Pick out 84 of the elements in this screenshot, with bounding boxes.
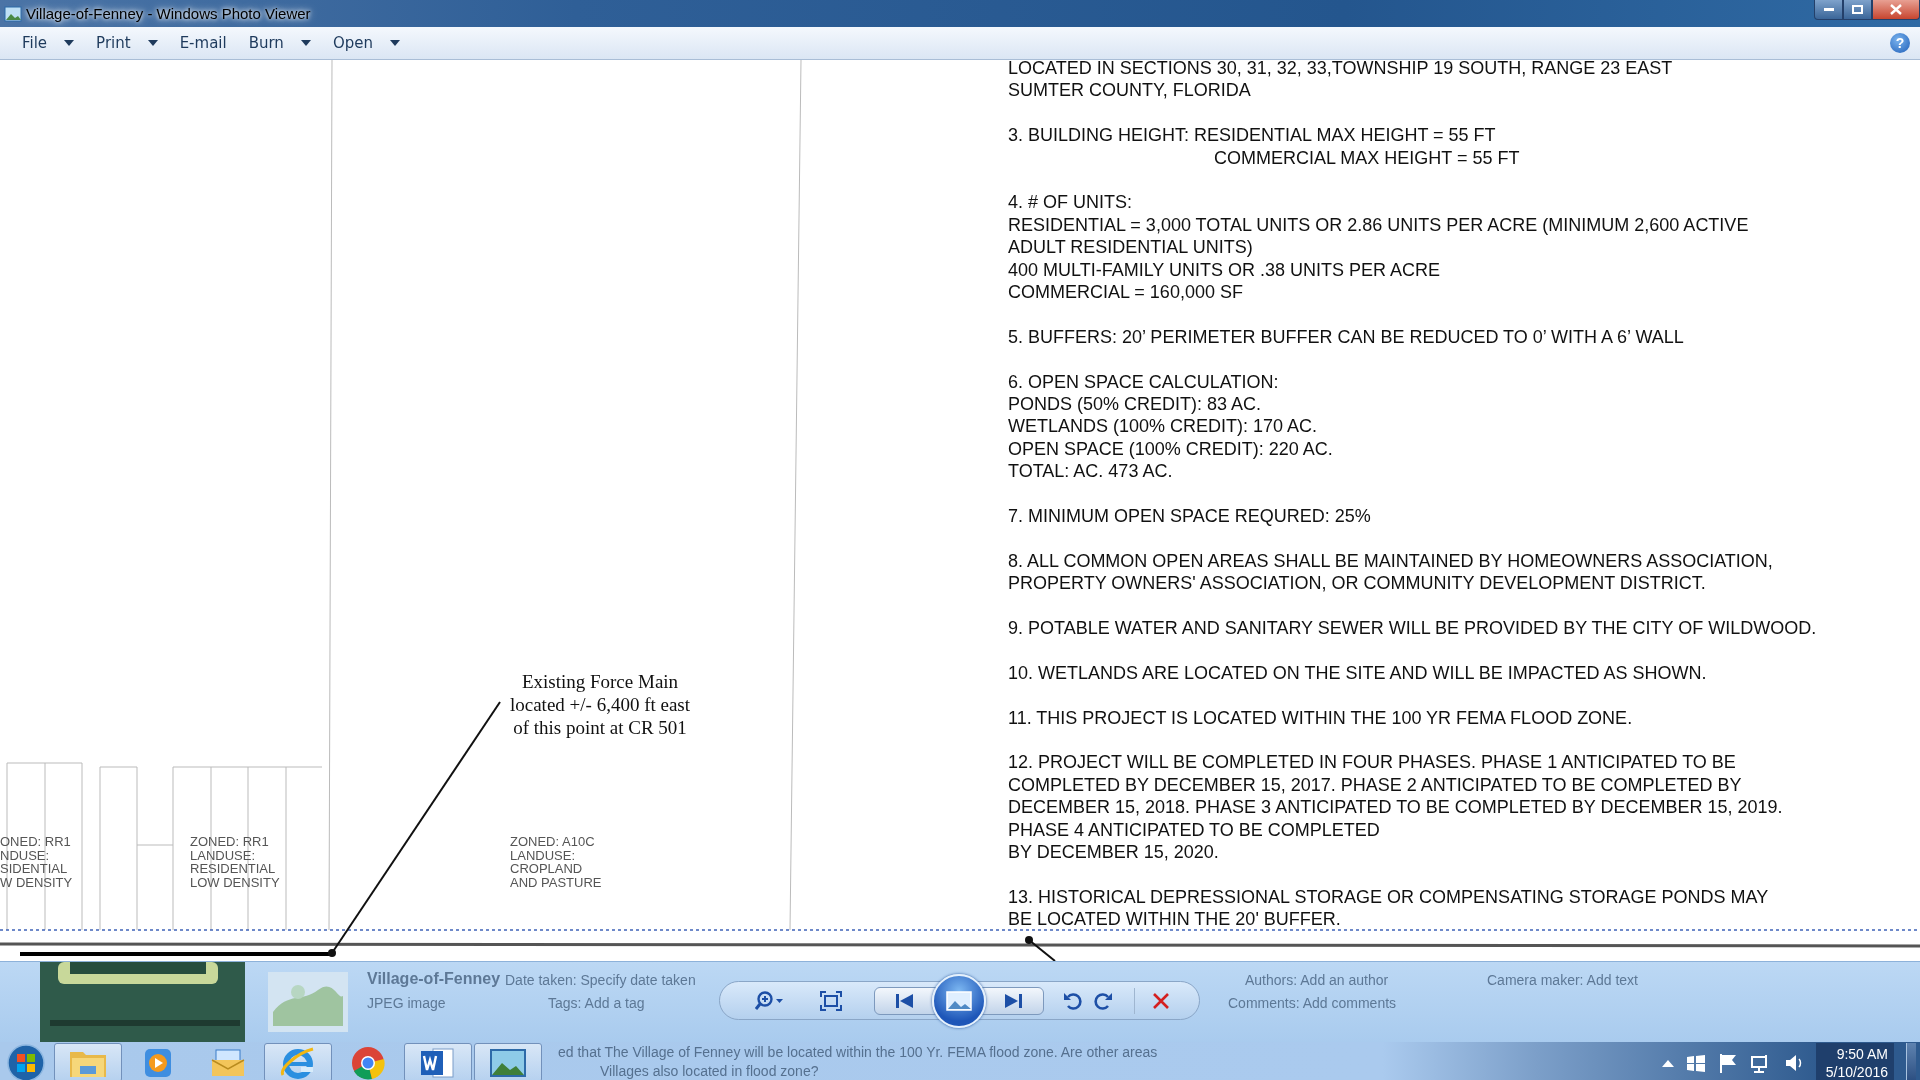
note-text: PROPERTY OWNERS' ASSOCIATION, OR COMMUNITY DEVELOPMENT DISTRICT.	[1008, 572, 1706, 595]
previous-button[interactable]	[874, 986, 936, 1015]
note-text: 5. BUFFERS: 20’ PERIMETER BUFFER CAN BE REDUCED TO 0’ WITH A 6’ WALL	[1008, 325, 1684, 349]
file-type: JPEG image	[367, 995, 446, 1011]
menu-item[interactable]: E-mail	[179, 32, 227, 54]
note-text: PHASE 4 ANTICIPATED TO BE COMPLETED	[1008, 818, 1380, 842]
detail-field: Comments: Add comments	[1228, 995, 1397, 1011]
note-text: COMPLETED BY DECEMBER 15, 2017. PHASE 2 ANTICIPATED TO BE COMPLETED BY	[1008, 773, 1742, 797]
landscape-photo-icon	[488, 1046, 528, 1079]
note-text: 10. WETLANDS ARE LOCATED ON THE SITE AND WILL BE IMPACTED AS SHOWN.	[1008, 661, 1707, 685]
note-text: BE LOCATED WITHIN THE 20' BUFFER.	[1008, 908, 1341, 931]
menu-item[interactable]: Burn	[248, 32, 311, 54]
note-text: SUMTER COUNTY, FLORIDA	[1008, 79, 1251, 102]
file-name: Village-of-Fenney	[367, 970, 501, 988]
taskbar-button[interactable]	[264, 1043, 332, 1080]
chrome-icon	[350, 1044, 386, 1080]
window-title: Village-of-Fenney - Windows Photo Viewer	[26, 5, 311, 22]
fit-frame-icon	[820, 990, 842, 1011]
note-text: 8. ALL COMMON OPEN AREAS SHALL BE MAINTAINED BY HOMEOWNERS ASSOCIATION,	[1008, 549, 1773, 573]
dropdown-arrow-icon[interactable]	[389, 40, 400, 46]
zoning-label: ZONED: A10C LANDUSE: CROPLAND AND PASTURE	[510, 835, 602, 889]
dropdown-arrow-icon[interactable]	[147, 40, 158, 46]
rotate-right-icon	[1094, 990, 1114, 1011]
close-icon	[1890, 4, 1902, 15]
note-text: LOCATED IN SECTIONS 30, 31, 32, 33,TOWNSHIP 19 SOUTH, RANGE 23 EAST	[1008, 60, 1673, 80]
skip-back-icon	[895, 992, 915, 1009]
note-text: 4. # OF UNITS:	[1008, 191, 1133, 214]
note-text: WETLANDS (100% CREDIT): 170 AC.	[1008, 415, 1318, 438]
background-text: ed that The Village of Fenney will be located within the 100 Yr. FEMA flood zone. Are other areas Villages also located in flood zone?	[558, 1043, 1158, 1080]
skip-forward-icon	[1003, 992, 1023, 1009]
note-text: OPEN SPACE (100% CREDIT): 220 AC.	[1008, 437, 1333, 461]
menu-item[interactable]: Print	[96, 32, 158, 54]
magnifier-plus-icon	[755, 989, 785, 1012]
clock[interactable]: 9:50 AM 5/10/2016	[1815, 1043, 1894, 1080]
slideshow-button[interactable]	[932, 973, 986, 1028]
note-text: BY DECEMBER 15, 2020.	[1008, 841, 1219, 864]
photo-viewer-icon	[4, 5, 22, 22]
leader-line	[1025, 936, 1056, 961]
dropdown-arrow-icon[interactable]	[64, 40, 75, 46]
note-text: 3. BUILDING HEIGHT: RESIDENTIAL MAX HEIGHT = 55 FT	[1008, 124, 1496, 147]
note-text: RESIDENTIAL = 3,000 TOTAL UNITS OR 2.86 UNITS PER ACRE (MINIMUM 2,600 ACTIVE	[1008, 213, 1749, 237]
detail-field: Date taken: Specify date taken	[505, 972, 696, 988]
detail-field: Authors: Add an author	[1245, 972, 1389, 988]
dropdown-arrow-icon[interactable]	[300, 40, 311, 46]
note-text: 6. OPEN SPACE CALCULATION:	[1008, 370, 1279, 394]
note-text: COMMERCIAL = 160,000 SF	[1008, 281, 1243, 304]
detail-field: Tags: Add a tag	[548, 995, 645, 1011]
start-button[interactable]	[6, 1042, 46, 1080]
minimize-button[interactable]	[1814, 0, 1843, 20]
minimize-icon	[1823, 7, 1834, 12]
maximize-button[interactable]	[1843, 0, 1872, 20]
delete-icon	[1151, 991, 1170, 1010]
note-text: 9. POTABLE WATER AND SANITARY SEWER WILL BE PROVIDED BY THE CITY OF WILDWOOD.	[1008, 617, 1817, 640]
rotate-left-icon	[1062, 990, 1082, 1011]
callout-text: Existing Force Main located +/- 6,400 ft east of this point at CR 501	[508, 670, 692, 739]
note-text: 400 MULTI-FAMILY UNITS OR .38 UNITS PER ACRE	[1008, 258, 1441, 282]
zoning-label: ZONED: RR1 LANDUSE: RESIDENTIAL LOW DENSITY	[190, 835, 280, 889]
volume-icon[interactable]	[1783, 1052, 1804, 1073]
note-text: COMMERCIAL MAX HEIGHT = 55 FT	[1214, 146, 1520, 169]
zoning-label: ONED: RR1 NDUSE: SIDENTIAL W DENSITY	[0, 835, 73, 889]
menu-item[interactable]: File	[22, 32, 75, 54]
note-text: 11. THIS PROJECT IS LOCATED WITHIN THE 100 YR FEMA FLOOD ZONE.	[1008, 706, 1633, 730]
menu-item[interactable]: Open	[332, 32, 400, 54]
slideshow-icon	[946, 990, 972, 1011]
taskbar-button[interactable]	[404, 1043, 472, 1080]
note-text: TOTAL: AC. 473 AC.	[1008, 460, 1173, 483]
next-button[interactable]	[982, 986, 1044, 1015]
note-text: 13. HISTORICAL DEPRESSIONAL STORAGE OR COMPENSATING STORAGE PONDS MAY	[1008, 885, 1769, 909]
flag-icon[interactable]	[1717, 1052, 1738, 1073]
close-button[interactable]	[1872, 0, 1920, 20]
show-desktop-button[interactable]	[1906, 1043, 1916, 1080]
taskbar-button[interactable]	[54, 1043, 122, 1080]
note-text: DECEMBER 15, 2018. PHASE 3 ANTICIPATED TO BE COMPLETED BY DECEMBER 15, 2019.	[1008, 796, 1783, 819]
envelope-icon	[210, 1047, 246, 1078]
maximize-icon	[1852, 5, 1863, 14]
windows-icon[interactable]	[1685, 1053, 1706, 1072]
note-text: 7. MINIMUM OPEN SPACE REQURED: 25%	[1008, 505, 1371, 528]
detail-field: Camera maker: Add text	[1487, 972, 1638, 988]
note-text: ADULT RESIDENTIAL UNITS)	[1008, 236, 1253, 259]
show-hidden-icons-icon[interactable]	[1661, 1058, 1674, 1067]
note-text: 12. PROJECT WILL BE COMPLETED IN FOUR PHASES. PHASE 1 ANTICIPATED TO BE	[1008, 751, 1736, 774]
note-text: PONDS (50% CREDIT): 83 AC.	[1008, 393, 1262, 416]
play-icon	[143, 1046, 173, 1079]
taskbar-button[interactable]	[474, 1043, 542, 1080]
